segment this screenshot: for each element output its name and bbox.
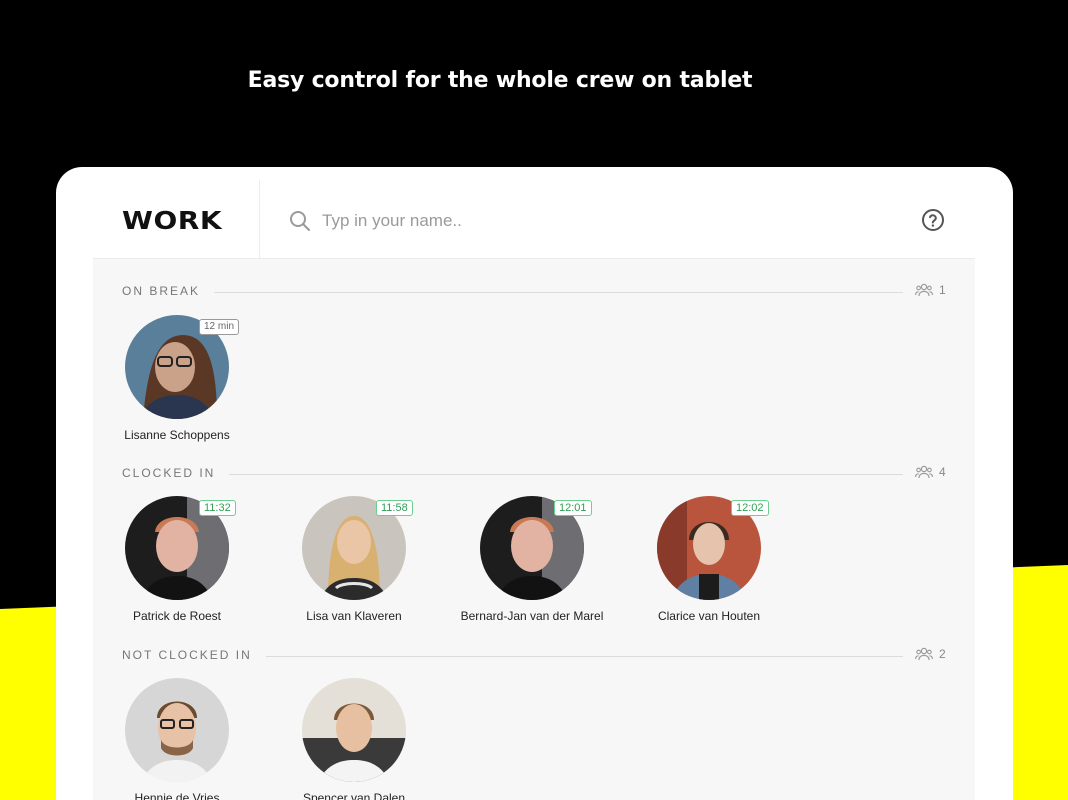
- clock-in-time-badge: 12:01: [554, 500, 592, 516]
- help-circle-icon[interactable]: [921, 208, 945, 232]
- app-logo: WORK: [122, 206, 223, 235]
- person-name: Spencer van Dalen: [302, 791, 406, 800]
- avatar: [125, 678, 229, 782]
- section-divider: [258, 656, 903, 657]
- section-clocked-in: CLOCKED IN 4: [93, 463, 975, 483]
- person-name: Patrick de Roest: [132, 609, 222, 623]
- section-count: 4: [915, 465, 946, 479]
- name-search-input[interactable]: [322, 207, 882, 235]
- section-count-value: 4: [939, 465, 946, 479]
- section-not-clocked-in: NOT CLOCKED IN 2: [93, 645, 975, 665]
- person-name: Bernard-Jan van der Marel: [460, 609, 604, 623]
- section-title: ON BREAK: [122, 284, 215, 298]
- section-title: NOT CLOCKED IN: [122, 648, 266, 662]
- section-on-break: ON BREAK 1: [93, 281, 975, 301]
- person-name: Lisa van Klaveren: [306, 609, 402, 623]
- person-name: Clarice van Houten: [657, 609, 761, 623]
- section-count: 2: [915, 647, 946, 661]
- person-name: Lisanne Schoppens: [124, 428, 230, 442]
- clock-in-time-badge: 11:32: [199, 500, 236, 516]
- section-header: ON BREAK 1: [93, 281, 975, 301]
- section-header: CLOCKED IN 4: [93, 463, 975, 483]
- section-divider: [213, 474, 903, 475]
- group-icon: [915, 283, 933, 297]
- group-icon: [915, 465, 933, 479]
- section-count-value: 1: [939, 283, 946, 297]
- section-divider: [208, 292, 903, 293]
- person-name: Hennie de Vries: [134, 791, 220, 800]
- break-duration-badge: 12 min: [199, 319, 240, 335]
- section-header: NOT CLOCKED IN 2: [93, 645, 975, 665]
- section-count: 1: [915, 283, 946, 297]
- headline: Easy control for the whole crew on table…: [247, 68, 753, 93]
- section-count-value: 2: [939, 647, 946, 661]
- top-bar: WORK: [93, 180, 975, 259]
- avatar: [302, 678, 406, 782]
- clock-in-time-badge: 11:58: [376, 500, 413, 516]
- clock-in-time-badge: 12:02: [731, 500, 769, 516]
- search-icon: [290, 211, 310, 231]
- app-screen: WORK ON BREAK: [93, 180, 975, 800]
- group-icon: [915, 647, 933, 661]
- topbar-divider: [259, 180, 260, 259]
- section-title: CLOCKED IN: [122, 466, 230, 480]
- tablet-frame: WORK ON BREAK: [56, 167, 1013, 800]
